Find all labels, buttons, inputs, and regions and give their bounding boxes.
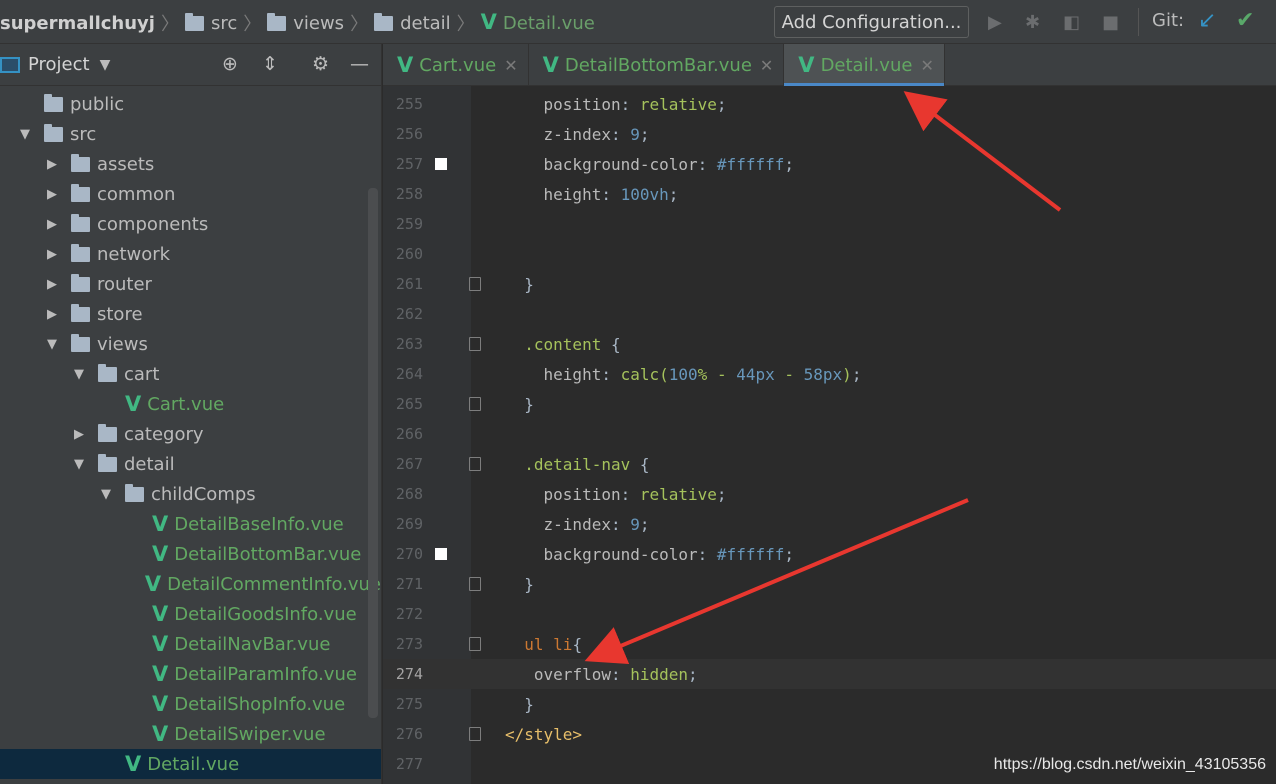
red-arrow-tab (903, 91, 1062, 212)
annotation-arrows (584, 91, 1062, 665)
red-arrow-code (584, 498, 969, 665)
